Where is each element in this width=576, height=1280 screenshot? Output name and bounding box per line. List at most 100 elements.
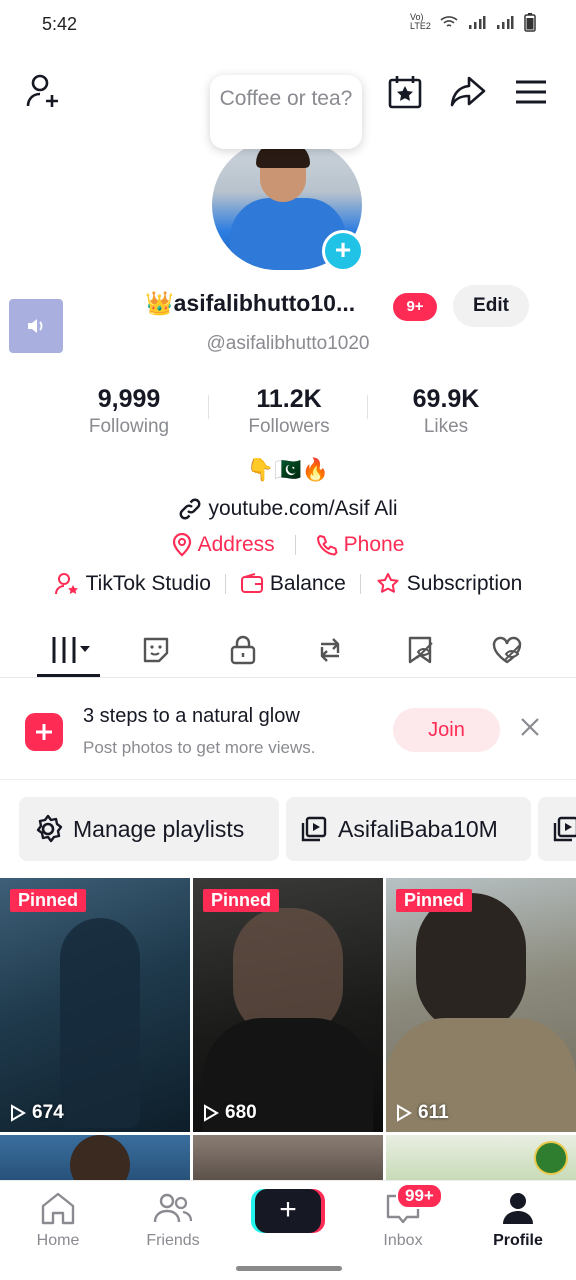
bottom-navigation: Home Friends + Inbox 99+ Profile — [0, 1180, 576, 1280]
network-label: Vo) LTE2 — [410, 12, 431, 31]
video-thumbnail[interactable]: Pinned 680 — [193, 878, 383, 1132]
signal-icon — [469, 16, 486, 29]
manage-playlists-button[interactable]: Manage playlists — [19, 797, 279, 861]
location-pin-icon — [172, 533, 191, 557]
edit-profile-button[interactable]: Edit — [453, 285, 529, 327]
view-count-value: 680 — [225, 1102, 257, 1123]
video-thumbnail[interactable]: Pinned 611 — [386, 878, 576, 1132]
phone-icon — [316, 535, 338, 556]
nav-profile-label: Profile — [493, 1232, 543, 1249]
star-badge-icon — [377, 573, 399, 593]
tab-reposts[interactable] — [305, 628, 355, 672]
stat-value: 69.9K — [412, 385, 480, 413]
nav-friends[interactable]: Friends — [123, 1191, 223, 1250]
studio-label: TikTok Studio — [85, 572, 211, 595]
nav-home-label: Home — [36, 1232, 80, 1249]
home-indicator — [236, 1266, 342, 1271]
bio-link[interactable]: youtube.com/Asif Ali — [0, 497, 576, 521]
heart-hidden-icon — [492, 636, 522, 664]
sticker-icon — [143, 637, 169, 663]
calendar-star-icon[interactable] — [385, 72, 425, 112]
subscription-link[interactable]: Subscription — [375, 572, 523, 596]
gear-icon — [36, 814, 63, 843]
avatar-bubble: Coffee or tea? — [210, 75, 362, 149]
create-button[interactable]: + — [255, 1189, 321, 1233]
playlist-item[interactable]: AsifaliBaba10M — [286, 797, 531, 861]
lock-icon — [230, 635, 256, 665]
battery-icon — [524, 13, 536, 32]
nav-profile[interactable]: Profile — [468, 1191, 568, 1250]
view-count: 680 — [203, 1102, 257, 1124]
repost-icon — [320, 638, 340, 662]
view-count-value: 611 — [418, 1102, 449, 1123]
stat-label: Followers — [248, 416, 330, 437]
video-thumbnail[interactable]: Pinned 674 — [0, 878, 190, 1132]
share-icon[interactable] — [448, 72, 488, 112]
video-grid: Pinned 674 Pinned 680 Pinned 611 — [0, 878, 576, 1188]
active-tab-indicator — [37, 674, 100, 677]
playlist-label: AsifaliBaba10M — [338, 815, 498, 842]
view-count: 674 — [10, 1102, 64, 1124]
tab-private[interactable] — [218, 628, 268, 672]
menu-icon[interactable] — [511, 72, 551, 112]
bio-emojis: 👇🇵🇰🔥 — [246, 457, 330, 482]
tab-liked[interactable] — [482, 628, 532, 672]
stat-following[interactable]: 9,999 Following — [49, 385, 209, 438]
pinned-badge: Pinned — [203, 889, 280, 912]
add-story-button[interactable]: + — [322, 230, 364, 272]
grid-tab-icon — [52, 637, 90, 663]
username: 👑asifalibhutto10... — [145, 290, 356, 316]
stat-label: Likes — [423, 416, 469, 437]
address-label: Address — [197, 533, 275, 556]
signal-icon — [497, 16, 514, 29]
bookmark-hidden-icon — [408, 636, 433, 664]
add-friend-icon[interactable] — [24, 72, 64, 112]
nav-home[interactable]: Home — [8, 1191, 108, 1250]
manage-playlists-label: Manage playlists — [73, 815, 245, 842]
contact-row: Address Phone — [0, 533, 576, 557]
promo-subtitle: Post photos to get more views. — [83, 738, 316, 757]
stat-followers[interactable]: 11.2K Followers — [209, 385, 369, 438]
stat-likes[interactable]: 69.9K Likes — [366, 385, 526, 438]
balance-link[interactable]: Balance — [240, 572, 346, 596]
play-icon — [204, 1104, 219, 1122]
phone-link[interactable]: Phone — [316, 533, 405, 557]
pinned-badge: Pinned — [10, 889, 87, 912]
playlist-icon — [553, 816, 576, 842]
subscription-label: Subscription — [406, 572, 523, 595]
notification-badge[interactable]: 9+ — [393, 293, 437, 321]
view-count: 611 — [396, 1102, 449, 1124]
studio-person-icon — [54, 573, 78, 595]
stat-value: 9,999 — [97, 385, 161, 413]
play-icon — [397, 1104, 412, 1122]
pinned-badge: Pinned — [396, 889, 473, 912]
tab-stickers[interactable] — [131, 628, 181, 672]
playlist-item[interactable] — [538, 797, 576, 861]
view-count-value: 674 — [32, 1102, 64, 1123]
creator-tools-row: TikTok Studio Balance Subscription — [0, 572, 576, 596]
address-link[interactable]: Address — [172, 533, 275, 557]
home-icon — [41, 1192, 75, 1225]
tab-videos[interactable] — [44, 628, 94, 672]
stat-label: Following — [88, 416, 170, 437]
status-bar: 5:42 Vo) LTE2 — [0, 0, 576, 50]
profile-icon — [503, 1193, 533, 1224]
promo-banner: 3 steps to a natural glow Post photos to… — [0, 690, 576, 780]
tab-favorites[interactable] — [395, 628, 445, 672]
plus-icon — [25, 713, 63, 751]
phone-label: Phone — [343, 533, 405, 556]
join-button[interactable]: Join — [393, 708, 500, 752]
playlist-icon — [301, 816, 327, 842]
close-icon[interactable] — [518, 714, 542, 746]
play-icon — [11, 1104, 26, 1122]
stat-value: 11.2K — [256, 385, 322, 413]
link-icon — [180, 498, 201, 520]
user-handle: @asifalibhutto1020 — [206, 333, 370, 354]
tiktok-studio-link[interactable]: TikTok Studio — [54, 572, 211, 596]
promo-title: 3 steps to a natural glow — [83, 705, 300, 727]
balance-label: Balance — [269, 572, 346, 595]
inbox-badge: 99+ — [396, 1183, 443, 1209]
link-text: youtube.com/Asif Ali — [208, 497, 398, 520]
nav-inbox-label: Inbox — [383, 1232, 423, 1249]
status-time: 5:42 — [42, 14, 78, 34]
